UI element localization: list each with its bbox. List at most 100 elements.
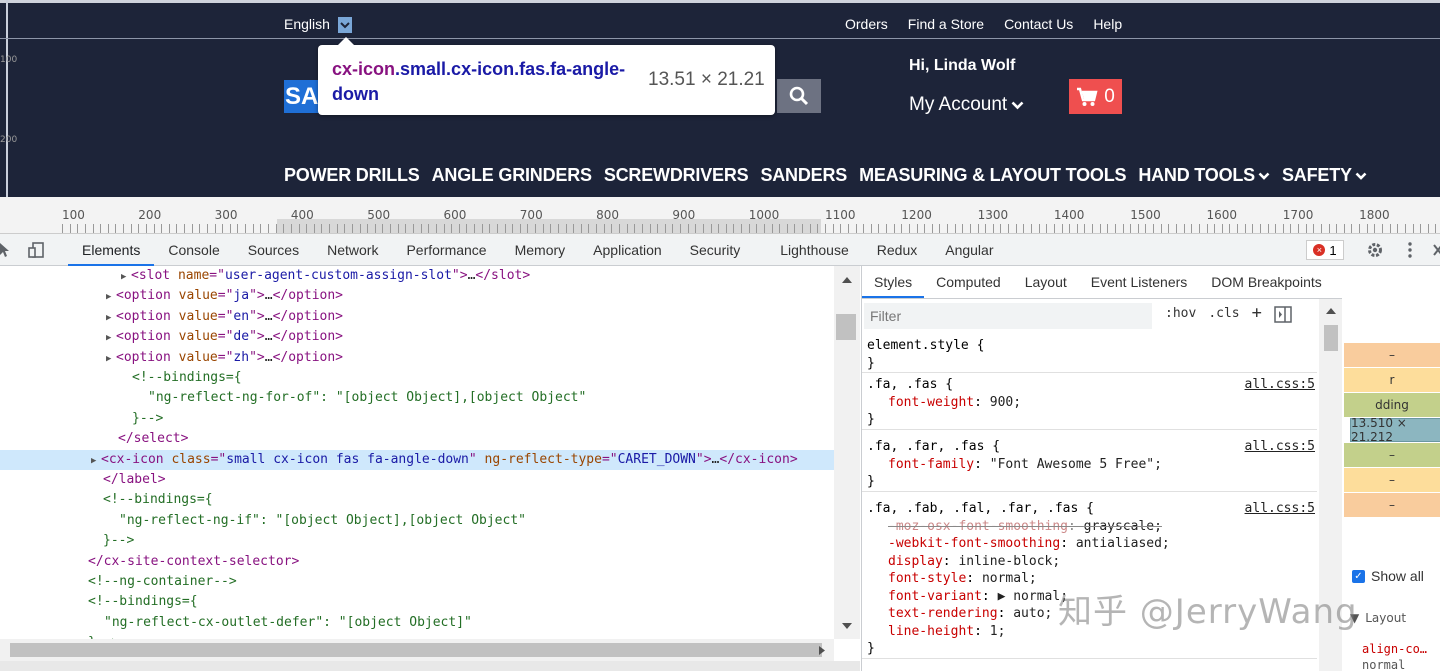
horizontal-scroll-thumb[interactable] [10, 643, 822, 657]
css-rule[interactable]: .fa, .fab, .fal, .far, .fas {all.css:5 -m… [862, 500, 1317, 659]
dom-node[interactable]: }--> [0, 531, 834, 551]
dom-node[interactable]: <!--bindings={ [0, 490, 834, 510]
close-devtools-icon[interactable] [1428, 241, 1440, 259]
styles-filter-input[interactable]: Filter [864, 303, 1152, 329]
category-link[interactable]: ANGLE GRINDERS [432, 165, 592, 186]
css-selector-text: .fa, .fas { [867, 377, 954, 392]
show-all-checkbox[interactable]: ✓ Show all [1352, 568, 1424, 584]
tab-lighthouse[interactable]: Lighthouse [754, 234, 863, 266]
scroll-down-icon[interactable] [841, 622, 853, 630]
css-property[interactable]: font-weight: 900; [862, 394, 1317, 412]
category-link[interactable]: SANDERS [760, 165, 847, 186]
ruler-tick [954, 224, 956, 233]
help-link[interactable]: Help [1093, 16, 1122, 32]
category-link[interactable]: SAFETY [1282, 165, 1367, 186]
css-property[interactable]: -webkit-font-smoothing: antialiased; [862, 535, 1317, 553]
scroll-up-icon[interactable] [1325, 307, 1337, 315]
css-rule[interactable]: .fa, .fas { all.css:5 font-weight: 900;} [862, 376, 1317, 430]
styles-tab-styles[interactable]: Styles [862, 266, 925, 298]
dom-node[interactable]: ▶ <slot name="user-agent-custom-assign-sl… [0, 266, 834, 286]
checkbox-checked-icon[interactable]: ✓ [1352, 569, 1365, 583]
category-link[interactable]: MEASURING & LAYOUT TOOLS [859, 165, 1126, 186]
dom-node[interactable]: ▶ <option value="zh">…</option> [0, 348, 834, 368]
category-link[interactable]: SCREWDRIVERS [604, 165, 749, 186]
styles-tab-layout[interactable]: Layout [1013, 266, 1079, 298]
tab-performance[interactable]: Performance [392, 234, 500, 266]
cls-toggle[interactable]: .cls [1208, 306, 1239, 323]
css-property[interactable]: -moz-osx-font-smoothing: grayscale; [862, 518, 1317, 536]
expand-triangle-icon[interactable]: ▶ [121, 267, 131, 287]
tab-angular[interactable]: Angular [931, 234, 1007, 266]
orders-link[interactable]: Orders [845, 16, 888, 32]
css-property[interactable]: display: inline-block; [862, 553, 1317, 571]
site-logo[interactable]: SA [284, 80, 320, 113]
styles-tab-event-listeners[interactable]: Event Listeners [1079, 266, 1200, 298]
ruler-tick [191, 224, 193, 233]
css-source-link[interactable]: all.css:5 [1245, 438, 1315, 456]
error-counter[interactable]: × 1 [1306, 240, 1344, 260]
dom-node[interactable]: ▶ <option value="en">…</option> [0, 307, 834, 327]
hov-toggle[interactable]: :hov [1165, 306, 1196, 323]
tab-memory[interactable]: Memory [501, 234, 580, 266]
tab-network[interactable]: Network [313, 234, 392, 266]
gear-icon[interactable] [1366, 241, 1384, 259]
contact-us-link[interactable]: Contact Us [1004, 16, 1073, 32]
my-account-menu[interactable]: My Account [909, 94, 1024, 116]
dom-node-selected[interactable]: ▶ <cx-icon class="small cx-icon fas fa-an… [0, 449, 834, 471]
css-source-link[interactable]: all.css:5 [1245, 500, 1315, 518]
ruler-tick [939, 224, 941, 233]
styles-tab-computed[interactable]: Computed [924, 266, 1013, 298]
find-store-link[interactable]: Find a Store [908, 16, 984, 32]
ruler-tick [1237, 224, 1239, 233]
cart-button[interactable]: 0 [1069, 79, 1122, 114]
expand-triangle-icon[interactable]: ▶ [106, 328, 116, 348]
elements-scroll-thumb[interactable] [836, 314, 856, 340]
language-selector[interactable]: English [284, 16, 330, 32]
more-options-icon[interactable] [1401, 241, 1419, 259]
css-rule[interactable]: .fa, .far, .fas {all.css:5 font-family: "… [862, 438, 1317, 492]
css-property[interactable]: font-family: "Font Awesome 5 Free"; [862, 456, 1317, 474]
dom-node[interactable]: </select> [0, 429, 834, 449]
dom-node[interactable]: "ng-reflect-cx-outlet-defer": "[object O… [0, 613, 834, 633]
css-source-link[interactable]: all.css:5 [1245, 376, 1315, 394]
dom-node[interactable]: <!--bindings={ [0, 368, 834, 388]
tab-security[interactable]: Security [676, 234, 755, 266]
inspect-element-icon[interactable] [0, 241, 14, 259]
chevron-down-icon[interactable] [338, 17, 352, 33]
css-rule[interactable]: element.style {} [862, 337, 1317, 373]
toggle-sidebar-icon[interactable] [1274, 306, 1292, 323]
dom-node[interactable]: </cx-site-context-selector> [0, 552, 834, 572]
expand-triangle-icon[interactable]: ▶ [106, 349, 116, 369]
device-toolbar-icon[interactable] [28, 241, 46, 259]
scroll-up-icon[interactable] [841, 276, 853, 284]
layout-section[interactable]: ▼ Layout [1350, 611, 1406, 625]
styles-tab-dom-breakpoints[interactable]: DOM Breakpoints [1199, 266, 1333, 298]
category-link[interactable]: HAND TOOLS [1138, 165, 1270, 186]
dom-node[interactable]: }--> [0, 409, 834, 429]
expand-triangle-icon[interactable]: ▶ [106, 308, 116, 328]
scroll-right-icon[interactable] [818, 645, 826, 656]
tab-sources[interactable]: Sources [234, 234, 313, 266]
dom-node[interactable]: </label> [0, 470, 834, 490]
tab-console[interactable]: Console [154, 234, 233, 266]
css-property-value: 900; [989, 394, 1022, 410]
dom-node[interactable]: <!--ng-container--> [0, 572, 834, 592]
tab-elements[interactable]: Elements [68, 234, 155, 266]
dom-node[interactable]: ▶ <option value="ja">…</option> [0, 286, 834, 306]
category-link[interactable]: POWER DRILLS [284, 165, 420, 186]
dom-node[interactable]: "ng-reflect-ng-for-of": "[object Object]… [0, 388, 834, 408]
expand-triangle-icon[interactable]: ▶ [91, 451, 101, 471]
ruler-tick [1366, 224, 1368, 233]
dom-node[interactable]: <!--bindings={ [0, 592, 834, 612]
elements-horizontal-scrollbar[interactable] [0, 639, 834, 661]
styles-scroll-thumb[interactable] [1324, 325, 1338, 351]
elements-vertical-scrollbar[interactable] [834, 266, 860, 639]
dom-node[interactable]: ▶ <option value="de">…</option> [0, 327, 834, 347]
tab-application[interactable]: Application [579, 234, 676, 266]
dom-node[interactable]: "ng-reflect-ng-if": "[object Object],[ob… [0, 511, 834, 531]
expand-triangle-icon[interactable]: ▶ [106, 287, 116, 307]
css-rule-close: } [867, 412, 875, 427]
new-rule-button[interactable]: + [1252, 305, 1262, 323]
tab-redux[interactable]: Redux [863, 234, 931, 266]
search-button[interactable] [777, 79, 821, 113]
